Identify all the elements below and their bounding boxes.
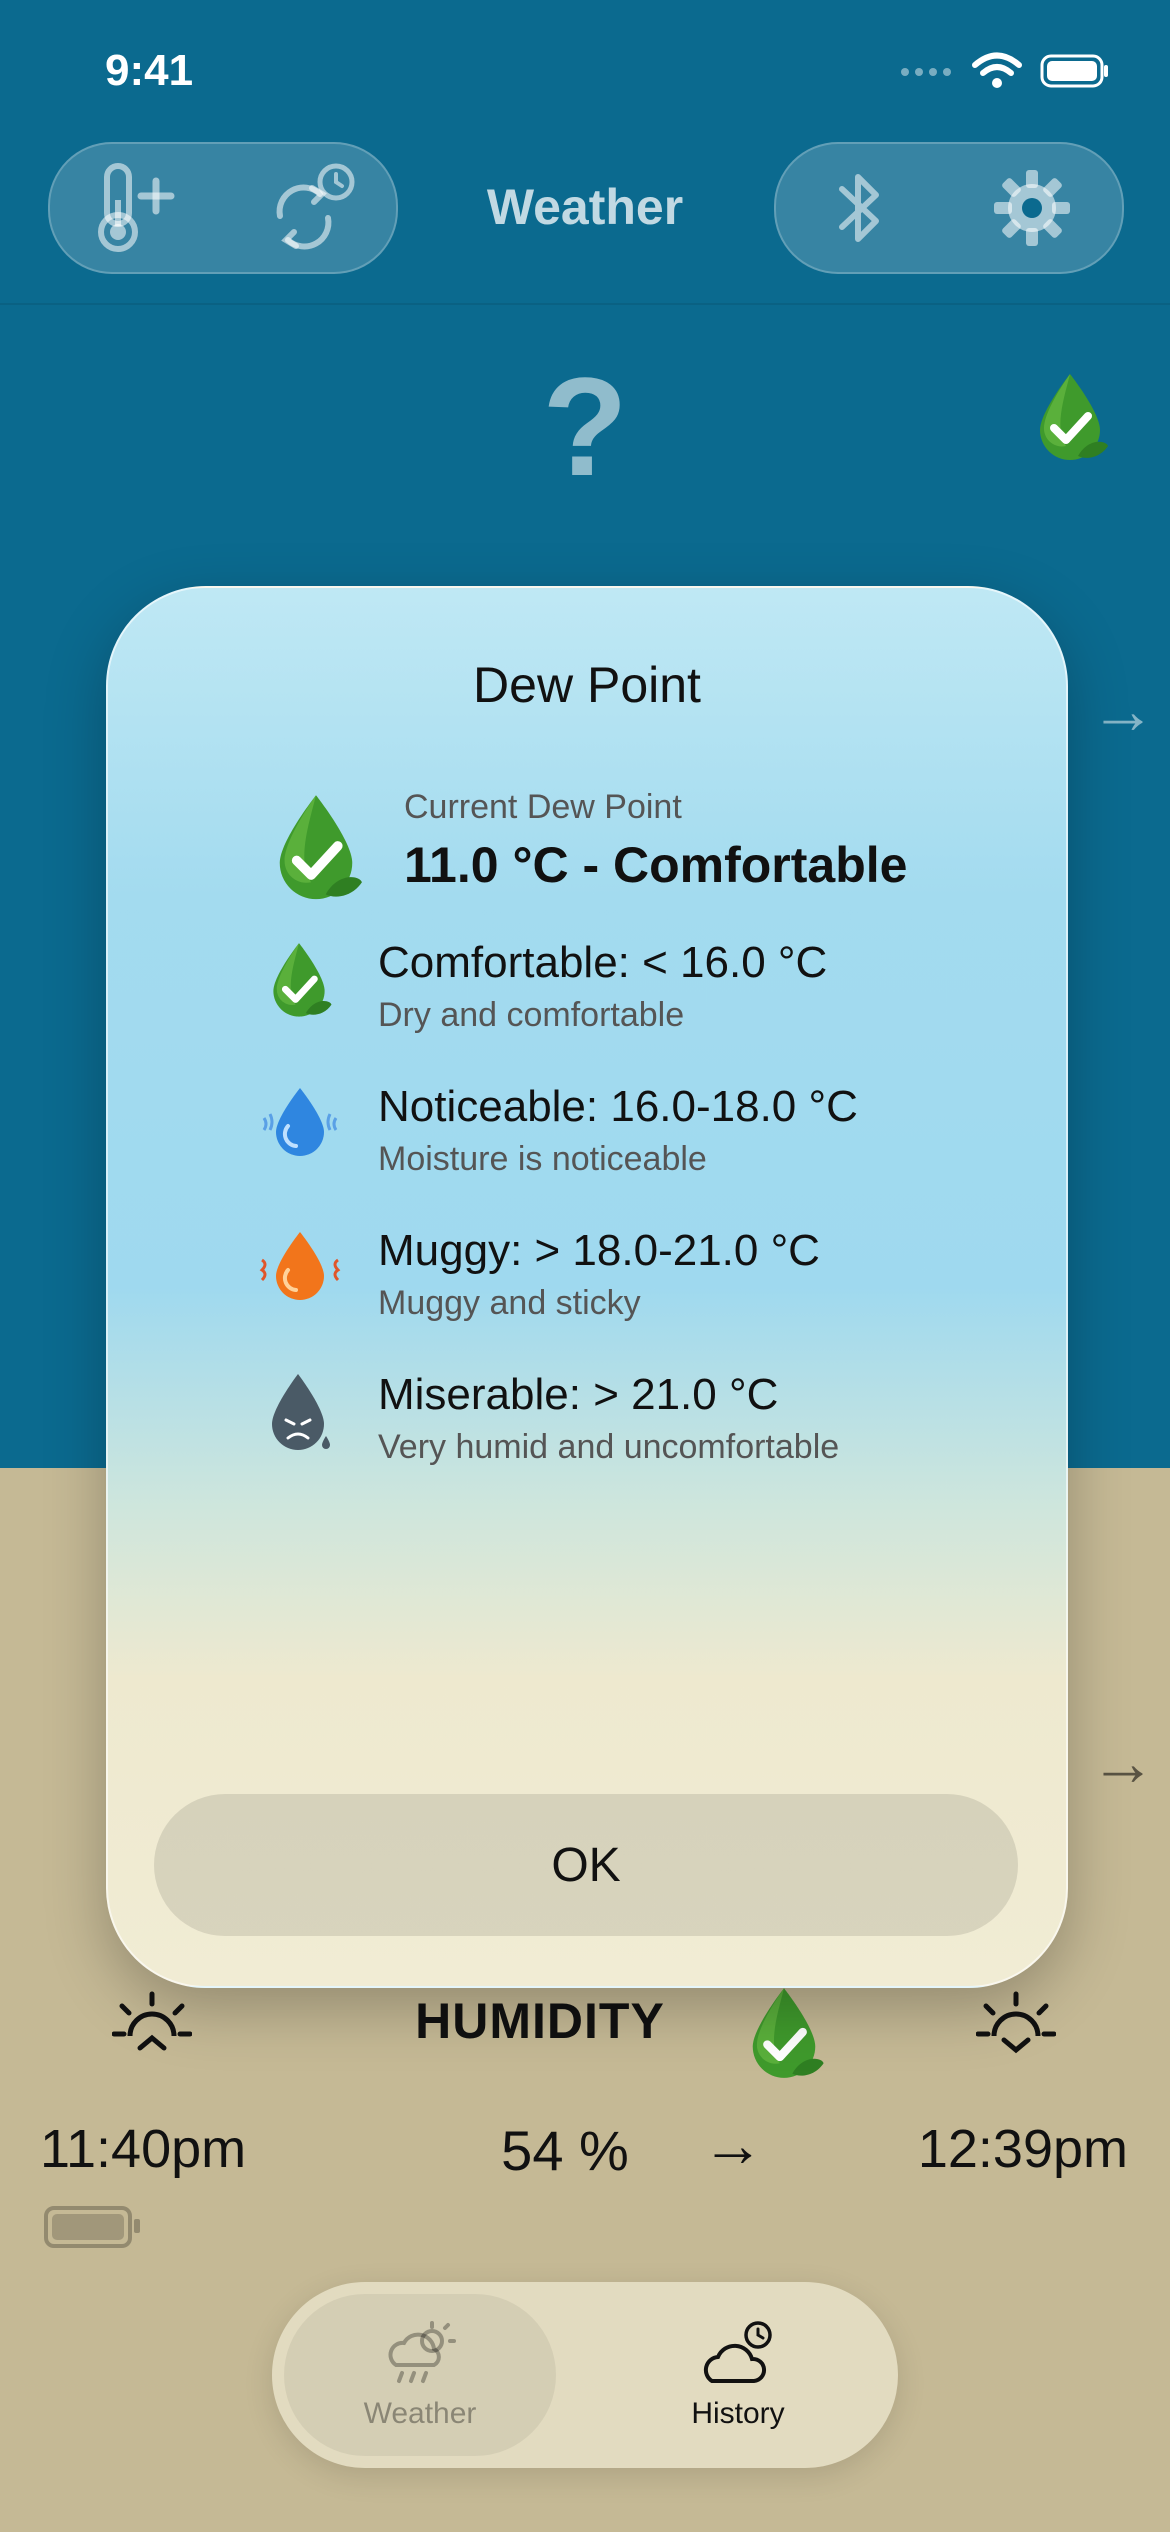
tab-bar: Weather History [272, 2282, 898, 2468]
cloud-sun-rain-icon [388, 2321, 456, 2383]
level-title: Comfortable: < 16.0 °C [378, 938, 828, 987]
sunset-icon [976, 1991, 1056, 2054]
level-title: Muggy: > 18.0-21.0 °C [378, 1226, 820, 1275]
right-toolbar-pill [774, 142, 1124, 274]
tab-history-label: History [691, 2397, 785, 2430]
signal-icon [901, 68, 951, 76]
unknown-weather-symbol: ? [542, 348, 628, 505]
tab-weather-label: Weather [363, 2397, 477, 2430]
level-title: Noticeable: 16.0-18.0 °C [378, 1082, 858, 1131]
ok-button[interactable]: OK [154, 1794, 1018, 1936]
orange-drop-icon [259, 1232, 341, 1300]
dew-point-modal: Dew Point Current Dew Point 11.0 °C - Co… [106, 586, 1068, 1988]
green-leaf-drop-check-icon [273, 943, 332, 1017]
green-leaf-drop-check-icon [279, 795, 362, 900]
screen: 9:41 Weather ? → → HUMIDITY 11:40pm 54 %… [0, 0, 1170, 2532]
status-icons [900, 52, 1110, 90]
tab-history[interactable]: History [602, 2294, 874, 2456]
level-description: Muggy and sticky [378, 1284, 641, 1322]
current-dew-point-label: Current Dew Point [404, 788, 682, 826]
gear-icon[interactable] [990, 166, 1074, 250]
wifi-icon [972, 52, 1022, 88]
dark-drop-icon [272, 1374, 330, 1450]
battery-icon [1040, 54, 1108, 88]
status-time: 9:41 [105, 46, 194, 95]
level-title: Miserable: > 21.0 °C [378, 1370, 779, 1419]
tab-weather[interactable]: Weather [284, 2294, 556, 2456]
arrow-right-icon[interactable]: → [1090, 672, 1156, 748]
bluetooth-icon[interactable] [824, 163, 894, 253]
level-description: Moisture is noticeable [378, 1140, 707, 1178]
green-leaf-drop-check-icon [1040, 374, 1108, 460]
current-dew-point-value: 11.0 °C - Comfortable [404, 837, 908, 893]
level-description: Dry and comfortable [378, 996, 685, 1034]
modal-title: Dew Point [473, 657, 701, 713]
level-description: Very humid and uncomfortable [378, 1428, 840, 1466]
arrow-right-icon[interactable]: → [1090, 1724, 1156, 1800]
humidity-trend-arrow-icon[interactable]: → [702, 2110, 764, 2181]
sensor-battery-icon [44, 2206, 140, 2248]
nav-divider [0, 303, 1170, 305]
sunset-time: 12:39pm [917, 2119, 1128, 2179]
blue-drop-icon [262, 1088, 338, 1156]
green-leaf-drop-check-icon [752, 1988, 824, 2078]
cloud-clock-icon [703, 2321, 772, 2383]
